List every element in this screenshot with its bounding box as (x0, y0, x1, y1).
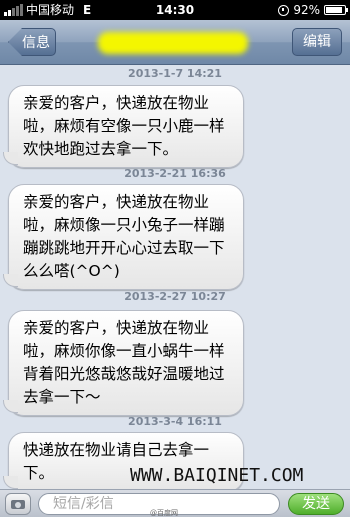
edit-button[interactable]: 编辑 (292, 28, 342, 56)
message-timestamp: 2013-2-27 10:27 (124, 290, 226, 303)
camera-button[interactable] (5, 493, 31, 515)
rotation-lock-icon (278, 4, 290, 16)
nav-bar: 信息 编辑 (0, 20, 350, 65)
message-timestamp: 2013-3-4 16:11 (128, 415, 222, 428)
status-bar: 中国移动 E 14:30 92% (0, 0, 350, 20)
message-bubble[interactable]: 亲爱的客户，快递放在物业啦，麻烦有空像一只小鹿一样欢快地跑过去拿一下。 (3, 85, 244, 168)
battery-percent: 92% (293, 3, 320, 17)
weibo-watermark: @百度网 (150, 509, 178, 517)
status-right: 92% (278, 0, 348, 20)
sms-screen: 中国移动 E 14:30 92% 信息 编辑 2013-1-7 14:21 亲爱… (0, 0, 350, 517)
battery-icon (324, 5, 348, 15)
site-watermark: WWW.BAIQINET.COM (130, 465, 304, 486)
battery-fill (326, 7, 343, 13)
contact-title-redacted (98, 32, 248, 54)
camera-lens-icon (15, 502, 21, 508)
message-timestamp: 2013-1-7 14:21 (128, 67, 222, 80)
send-button[interactable]: 发送 (288, 493, 344, 515)
back-button[interactable]: 信息 (8, 28, 56, 56)
message-bubble[interactable]: 亲爱的客户，快递放在物业啦，麻烦你像一直小蜗牛一样背着阳光悠哉悠哉好温暖地过去拿… (3, 310, 244, 416)
message-timestamp: 2013-2-21 16:36 (124, 167, 226, 180)
message-bubble[interactable]: 亲爱的客户，快递放在物业啦，麻烦像一只小兔子一样蹦蹦跳跳地开开心心过去取一下么么… (3, 184, 244, 290)
